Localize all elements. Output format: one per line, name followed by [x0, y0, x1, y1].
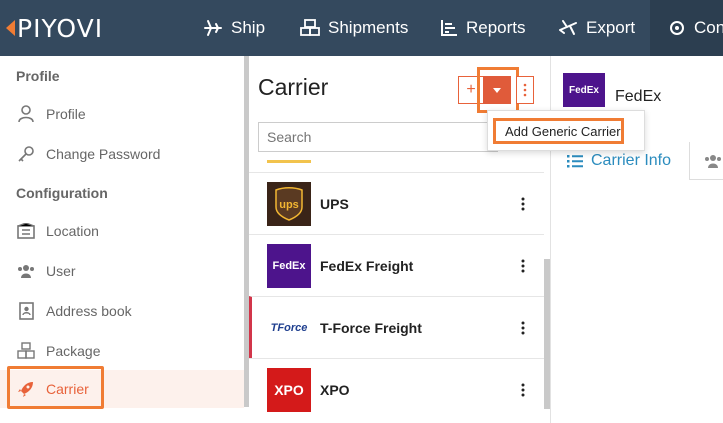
nav-export-label: Export — [586, 18, 636, 37]
row-menu-icon[interactable] — [514, 318, 532, 338]
ups-logo-text: ups — [279, 199, 299, 211]
list-icon — [567, 155, 583, 168]
sidebar-item-label: Location — [46, 223, 99, 239]
tab-carrier-info-label: Carrier Info — [591, 152, 672, 169]
add-carrier-dropdown-menu: Add Generic Carrier — [487, 110, 645, 151]
nav-reports-label: Reports — [466, 18, 526, 37]
row-menu-icon[interactable] — [514, 194, 532, 214]
users-icon — [16, 261, 36, 281]
carrier-highlight-box — [7, 366, 104, 409]
ups-logo: ups — [267, 181, 311, 226]
logo-mark-icon — [6, 20, 15, 36]
carrier-detail-name: FedEx — [615, 88, 662, 105]
logo-text: PIYOVI — [17, 13, 104, 43]
sidebar-item-address-book[interactable]: Address book — [0, 292, 244, 330]
address-book-icon — [16, 301, 36, 321]
piyovi-logo[interactable]: PIYOVI — [6, 13, 103, 43]
sidebar-item-package[interactable]: Package — [0, 332, 244, 370]
carrier-row-ups[interactable]: ups UPS — [249, 172, 544, 234]
add-generic-carrier-option[interactable]: Add Generic Carrier — [493, 118, 624, 144]
list-more-options-button[interactable] — [516, 76, 534, 104]
gear-icon — [670, 21, 684, 35]
carrier-name: T-Force Freight — [320, 319, 422, 336]
nav-shipments[interactable]: Shipments — [300, 0, 408, 56]
fedex-logo: FedEx — [563, 73, 605, 107]
app-root: PIYOVI Ship Shipments Reports Export Con… — [0, 0, 723, 423]
dropdown-toggle-highlight-box — [477, 67, 519, 113]
carrier-list-title: Carrier — [258, 74, 329, 100]
airplane-icon — [204, 20, 222, 36]
xpo-logo: XPO — [267, 367, 311, 412]
nav-ship-label: Ship — [231, 18, 266, 37]
sidebar-item-label: Package — [46, 343, 101, 359]
row-menu-icon[interactable] — [514, 256, 532, 276]
vertical-dots-icon — [523, 83, 527, 97]
fedex-logo-text: FedEx — [568, 84, 599, 96]
nav-configuration-label: Con — [694, 18, 723, 37]
section-heading-profile: Profile — [16, 68, 60, 84]
top-navigation-bar: PIYOVI Ship Shipments Reports Export Con — [0, 0, 723, 56]
sidebar-item-label: User — [46, 263, 76, 279]
tforce-logo-text: TForce — [270, 321, 308, 334]
fedex-freight-logo: FedEx — [267, 243, 311, 288]
tab-users-icon[interactable] — [703, 153, 723, 174]
xpo-logo-text: XPO — [274, 381, 304, 398]
carrier-row-fedex-freight[interactable]: FedEx FedEx Freight — [249, 234, 544, 296]
sidebar-item-user[interactable]: User — [0, 252, 244, 290]
carrier-row-xpo[interactable]: XPO XPO — [249, 358, 544, 420]
partial-carrier-logo — [267, 160, 311, 163]
export-plane-icon — [559, 20, 577, 35]
nav-ship[interactable]: Ship — [203, 0, 265, 56]
fedex-freight-logo-text: FedEx — [272, 259, 306, 272]
tforce-freight-logo: TForce — [267, 305, 311, 350]
boxes-icon — [300, 19, 320, 36]
carrier-name: FedEx Freight — [320, 257, 414, 274]
nav-configuration[interactable]: Con — [650, 0, 723, 56]
carrier-name: XPO — [320, 381, 350, 398]
nav-shipments-label: Shipments — [328, 18, 409, 37]
carrier-row-tforce-freight[interactable]: TForce T-Force Freight — [249, 296, 544, 358]
sidebar-item-label: Profile — [46, 106, 86, 122]
user-icon — [16, 104, 36, 124]
row-menu-icon[interactable] — [514, 380, 532, 400]
section-heading-configuration: Configuration — [16, 185, 108, 201]
bar-chart-icon — [441, 20, 457, 36]
sidebar-item-label: Change Password — [46, 146, 161, 162]
package-icon — [16, 341, 36, 361]
building-icon — [16, 221, 36, 241]
sidebar-item-change-password[interactable]: Change Password — [0, 135, 244, 173]
carrier-search-input[interactable] — [258, 122, 498, 152]
sidebar-item-location[interactable]: Location — [0, 212, 244, 250]
key-icon — [16, 144, 36, 164]
carrier-list-scrollbar[interactable] — [544, 259, 550, 409]
sidebar-item-profile[interactable]: Profile — [0, 95, 244, 133]
nav-reports[interactable]: Reports — [440, 0, 526, 56]
carrier-name: UPS — [320, 195, 349, 212]
sidebar-item-label: Address book — [46, 303, 132, 319]
nav-export[interactable]: Export — [558, 0, 635, 56]
